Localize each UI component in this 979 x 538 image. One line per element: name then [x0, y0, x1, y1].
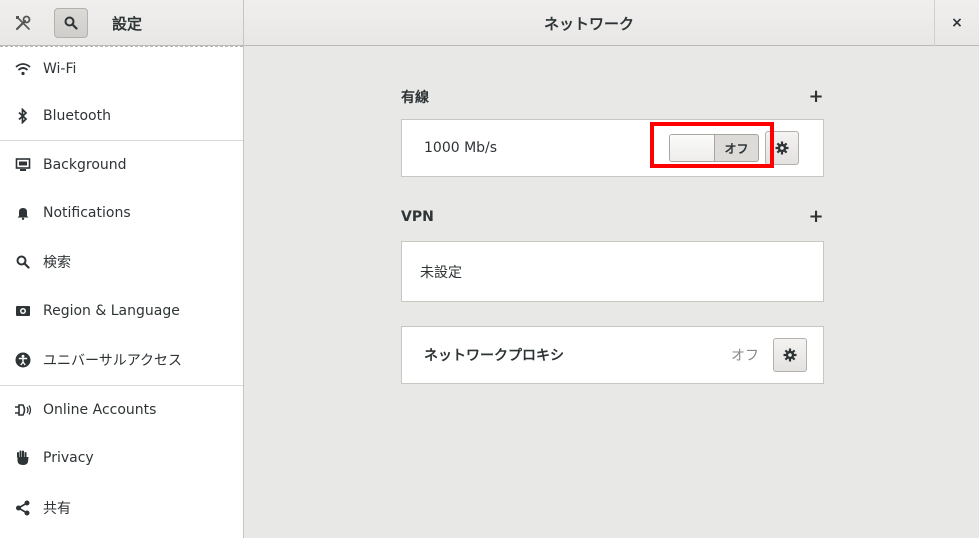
share-icon [14, 499, 32, 517]
sidebar-item-label: Notifications [43, 205, 131, 221]
sidebar-item-region[interactable]: Region & Language [0, 287, 243, 335]
sidebar-item-bluetooth[interactable]: Bluetooth [0, 92, 243, 140]
sidebar-item-notifications[interactable]: Notifications [0, 189, 243, 237]
network-panel: 有線 + 1000 Mb/s オフ VPN + 未設定 ネットワークプロキシ オ… [245, 47, 979, 538]
sidebar-item-wifi[interactable]: Wi-Fi [0, 46, 243, 92]
background-icon [14, 156, 32, 174]
page-title: ネットワーク [244, 0, 935, 46]
hand-icon [14, 449, 32, 467]
proxy-state: オフ [731, 348, 759, 364]
sidebar-item-sharing[interactable]: 共有 [0, 482, 243, 534]
vpn-card: 未設定 [401, 241, 824, 302]
highlight-box [650, 122, 774, 168]
vpn-heading: VPN [401, 209, 434, 225]
sidebar-item-label: ユニバーサルアクセス [43, 353, 183, 369]
bell-icon [14, 204, 32, 222]
vpn-section-header: VPN + [401, 207, 824, 227]
settings-tools-icon [0, 0, 46, 46]
app-title: 設定 [112, 14, 143, 33]
online-accounts-icon [14, 401, 32, 419]
bluetooth-icon [14, 107, 32, 125]
region-icon [14, 302, 32, 320]
proxy-settings-button[interactable] [773, 338, 807, 372]
sidebar-item-label: Region & Language [43, 303, 180, 319]
sidebar-item-label: Wi-Fi [43, 61, 77, 77]
close-button[interactable]: × [935, 0, 979, 46]
sidebar-item-label: Privacy [43, 450, 94, 466]
search-button[interactable] [54, 8, 88, 38]
sidebar-item-label: 検索 [43, 255, 71, 271]
wired-speed: 1000 Mb/s [424, 140, 498, 156]
proxy-label: ネットワークプロキシ [424, 348, 564, 364]
search-icon [64, 16, 78, 30]
sidebar-item-label: 共有 [43, 501, 71, 517]
add-wired-button[interactable]: + [808, 88, 824, 106]
add-vpn-button[interactable]: + [808, 208, 824, 226]
sidebar-item-label: Background [43, 157, 127, 173]
search-icon [14, 253, 32, 271]
wired-heading: 有線 [401, 90, 429, 106]
sidebar-item-background[interactable]: Background [0, 141, 243, 189]
sidebar: Wi-Fi Bluetooth Background Notifications [0, 46, 244, 538]
sidebar-item-privacy[interactable]: Privacy [0, 434, 243, 482]
gear-icon [783, 348, 797, 362]
sidebar-item-label: Online Accounts [43, 402, 157, 418]
sidebar-item-universal-access[interactable]: ユニバーサルアクセス [0, 335, 243, 385]
vpn-empty-label: 未設定 [420, 264, 462, 281]
header-bar: 設定 ネットワーク × [0, 0, 979, 46]
wired-section-header: 有線 + [401, 87, 824, 107]
proxy-card[interactable]: ネットワークプロキシ オフ [401, 326, 824, 384]
sidebar-item-search[interactable]: 検索 [0, 237, 243, 287]
sidebar-item-online-accounts[interactable]: Online Accounts [0, 386, 243, 434]
close-icon: × [951, 15, 963, 31]
header-left: 設定 [0, 0, 244, 46]
accessibility-icon [14, 351, 32, 369]
gear-icon [775, 141, 789, 155]
sidebar-item-label: Bluetooth [43, 108, 111, 124]
wifi-icon [14, 60, 32, 78]
